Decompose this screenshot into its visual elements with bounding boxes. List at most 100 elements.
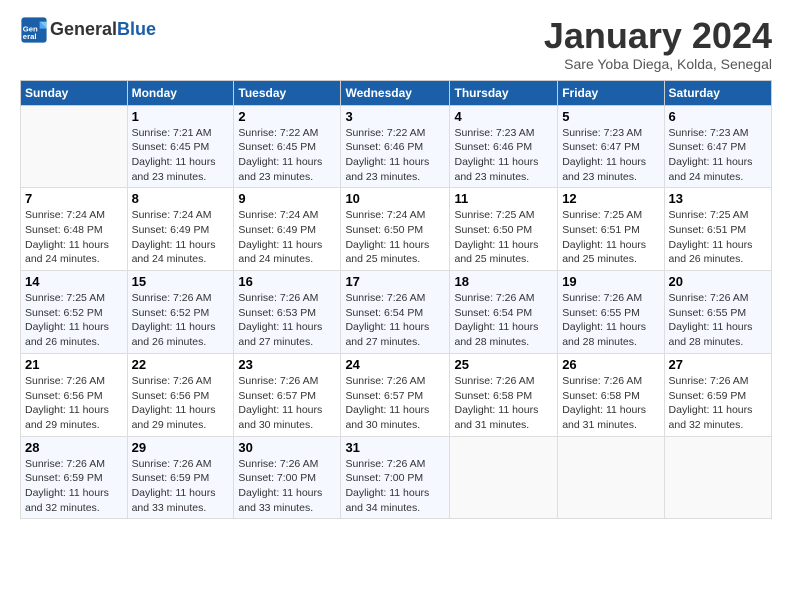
weekday-header-monday: Monday — [127, 80, 234, 105]
day-number: 19 — [562, 274, 659, 289]
day-number: 26 — [562, 357, 659, 372]
calendar-cell: 26 Sunrise: 7:26 AMSunset: 6:58 PMDayligh… — [558, 353, 664, 436]
calendar-cell: 13 Sunrise: 7:25 AMSunset: 6:51 PMDayligh… — [664, 188, 771, 271]
day-info: Sunrise: 7:24 AMSunset: 6:49 PMDaylight:… — [238, 208, 336, 267]
day-number: 8 — [132, 191, 230, 206]
calendar-cell: 24 Sunrise: 7:26 AMSunset: 6:57 PMDayligh… — [341, 353, 450, 436]
day-info: Sunrise: 7:26 AMSunset: 7:00 PMDaylight:… — [345, 457, 445, 516]
day-info: Sunrise: 7:22 AMSunset: 6:46 PMDaylight:… — [345, 126, 445, 185]
weekday-header-tuesday: Tuesday — [234, 80, 341, 105]
day-number: 4 — [454, 109, 553, 124]
day-info: Sunrise: 7:26 AMSunset: 6:59 PMDaylight:… — [25, 457, 123, 516]
calendar-cell: 29 Sunrise: 7:26 AMSunset: 6:59 PMDayligh… — [127, 436, 234, 519]
calendar-cell: 25Sunrise: 7:26 AMSunset: 6:58 PMDayligh… — [450, 353, 558, 436]
calendar-cell: 18 Sunrise: 7:26 AMSunset: 6:54 PMDayligh… — [450, 271, 558, 354]
header: Gen eral GeneralBlue January 2024 Sare Y… — [20, 16, 772, 72]
calendar-cell: 19Sunrise: 7:26 AMSunset: 6:55 PMDayligh… — [558, 271, 664, 354]
calendar-cell — [450, 436, 558, 519]
day-number: 5 — [562, 109, 659, 124]
calendar-cell: 12 Sunrise: 7:25 AMSunset: 6:51 PMDayligh… — [558, 188, 664, 271]
day-info: Sunrise: 7:26 AMSunset: 6:57 PMDaylight:… — [345, 374, 445, 433]
day-info: Sunrise: 7:26 AMSunset: 6:59 PMDaylight:… — [669, 374, 767, 433]
svg-text:eral: eral — [23, 32, 37, 41]
day-number: 18 — [454, 274, 553, 289]
calendar-cell — [21, 105, 128, 188]
page: Gen eral GeneralBlue January 2024 Sare Y… — [0, 0, 792, 529]
day-info: Sunrise: 7:23 AMSunset: 6:47 PMDaylight:… — [669, 126, 767, 185]
weekday-header-saturday: Saturday — [664, 80, 771, 105]
calendar-cell: 31 Sunrise: 7:26 AMSunset: 7:00 PMDayligh… — [341, 436, 450, 519]
day-info: Sunrise: 7:26 AMSunset: 6:52 PMDaylight:… — [132, 291, 230, 350]
calendar-cell: 17Sunrise: 7:26 AMSunset: 6:54 PMDayligh… — [341, 271, 450, 354]
day-info: Sunrise: 7:26 AMSunset: 6:53 PMDaylight:… — [238, 291, 336, 350]
day-number: 29 — [132, 440, 230, 455]
calendar-cell: 2Sunrise: 7:22 AMSunset: 6:45 PMDaylight… — [234, 105, 341, 188]
calendar-cell: 30Sunrise: 7:26 AMSunset: 7:00 PMDayligh… — [234, 436, 341, 519]
calendar-week-row: 7 Sunrise: 7:24 AMSunset: 6:48 PMDaylight… — [21, 188, 772, 271]
day-info: Sunrise: 7:23 AMSunset: 6:47 PMDaylight:… — [562, 126, 659, 185]
weekday-header-thursday: Thursday — [450, 80, 558, 105]
title-block: January 2024 Sare Yoba Diega, Kolda, Sen… — [544, 16, 772, 72]
day-number: 15 — [132, 274, 230, 289]
day-number: 10 — [345, 191, 445, 206]
day-info: Sunrise: 7:22 AMSunset: 6:45 PMDaylight:… — [238, 126, 336, 185]
day-info: Sunrise: 7:25 AMSunset: 6:50 PMDaylight:… — [454, 208, 553, 267]
calendar-cell: 21Sunrise: 7:26 AMSunset: 6:56 PMDayligh… — [21, 353, 128, 436]
day-number: 31 — [345, 440, 445, 455]
calendar-cell: 22 Sunrise: 7:26 AMSunset: 6:56 PMDayligh… — [127, 353, 234, 436]
logo: Gen eral GeneralBlue — [20, 16, 156, 44]
day-info: Sunrise: 7:26 AMSunset: 6:59 PMDaylight:… — [132, 457, 230, 516]
day-info: Sunrise: 7:24 AMSunset: 6:50 PMDaylight:… — [345, 208, 445, 267]
calendar-cell: 20Sunrise: 7:26 AMSunset: 6:55 PMDayligh… — [664, 271, 771, 354]
logo-blue-text: Blue — [117, 19, 156, 39]
day-info: Sunrise: 7:25 AMSunset: 6:52 PMDaylight:… — [25, 291, 123, 350]
calendar-cell: 16 Sunrise: 7:26 AMSunset: 6:53 PMDayligh… — [234, 271, 341, 354]
weekday-header-friday: Friday — [558, 80, 664, 105]
calendar-cell: 5 Sunrise: 7:23 AMSunset: 6:47 PMDaylight… — [558, 105, 664, 188]
day-number: 12 — [562, 191, 659, 206]
day-info: Sunrise: 7:26 AMSunset: 6:58 PMDaylight:… — [454, 374, 553, 433]
calendar-cell: 7 Sunrise: 7:24 AMSunset: 6:48 PMDaylight… — [21, 188, 128, 271]
calendar-cell: 27Sunrise: 7:26 AMSunset: 6:59 PMDayligh… — [664, 353, 771, 436]
day-number: 14 — [25, 274, 123, 289]
day-number: 24 — [345, 357, 445, 372]
logo-general-text: General — [50, 19, 117, 39]
calendar-cell: 6Sunrise: 7:23 AMSunset: 6:47 PMDaylight… — [664, 105, 771, 188]
day-info: Sunrise: 7:25 AMSunset: 6:51 PMDaylight:… — [562, 208, 659, 267]
day-number: 22 — [132, 357, 230, 372]
calendar-cell: 28Sunrise: 7:26 AMSunset: 6:59 PMDayligh… — [21, 436, 128, 519]
calendar-week-row: 1 Sunrise: 7:21 AMSunset: 6:45 PMDaylight… — [21, 105, 772, 188]
calendar-week-row: 14 Sunrise: 7:25 AMSunset: 6:52 PMDayligh… — [21, 271, 772, 354]
day-info: Sunrise: 7:26 AMSunset: 7:00 PMDaylight:… — [238, 457, 336, 516]
calendar-cell: 14 Sunrise: 7:25 AMSunset: 6:52 PMDayligh… — [21, 271, 128, 354]
weekday-header-row: SundayMondayTuesdayWednesdayThursdayFrid… — [21, 80, 772, 105]
day-number: 21 — [25, 357, 123, 372]
day-info: Sunrise: 7:26 AMSunset: 6:57 PMDaylight:… — [238, 374, 336, 433]
calendar-cell: 11 Sunrise: 7:25 AMSunset: 6:50 PMDayligh… — [450, 188, 558, 271]
day-info: Sunrise: 7:24 AMSunset: 6:49 PMDaylight:… — [132, 208, 230, 267]
day-info: Sunrise: 7:25 AMSunset: 6:51 PMDaylight:… — [669, 208, 767, 267]
calendar-cell: 15 Sunrise: 7:26 AMSunset: 6:52 PMDayligh… — [127, 271, 234, 354]
day-info: Sunrise: 7:24 AMSunset: 6:48 PMDaylight:… — [25, 208, 123, 267]
day-number: 9 — [238, 191, 336, 206]
logo-icon: Gen eral — [20, 16, 48, 44]
month-title: January 2024 — [544, 16, 772, 56]
day-info: Sunrise: 7:26 AMSunset: 6:56 PMDaylight:… — [132, 374, 230, 433]
day-number: 13 — [669, 191, 767, 206]
day-info: Sunrise: 7:26 AMSunset: 6:54 PMDaylight:… — [454, 291, 553, 350]
day-number: 7 — [25, 191, 123, 206]
day-info: Sunrise: 7:26 AMSunset: 6:55 PMDaylight:… — [669, 291, 767, 350]
calendar-week-row: 21 Sunrise: 7:26 AMSunset: 6:56 PMDayligh… — [21, 353, 772, 436]
logo-text: GeneralBlue — [50, 20, 156, 40]
calendar-cell: 8 Sunrise: 7:24 AMSunset: 6:49 PMDaylight… — [127, 188, 234, 271]
calendar-cell: 1 Sunrise: 7:21 AMSunset: 6:45 PMDaylight… — [127, 105, 234, 188]
calendar-week-row: 28Sunrise: 7:26 AMSunset: 6:59 PMDayligh… — [21, 436, 772, 519]
day-info: Sunrise: 7:21 AMSunset: 6:45 PMDaylight:… — [132, 126, 230, 185]
day-number: 1 — [132, 109, 230, 124]
calendar-cell — [558, 436, 664, 519]
calendar-cell: 10 Sunrise: 7:24 AMSunset: 6:50 PMDayligh… — [341, 188, 450, 271]
calendar-cell: 9 Sunrise: 7:24 AMSunset: 6:49 PMDaylight… — [234, 188, 341, 271]
day-number: 16 — [238, 274, 336, 289]
day-number: 11 — [454, 191, 553, 206]
day-info: Sunrise: 7:26 AMSunset: 6:58 PMDaylight:… — [562, 374, 659, 433]
